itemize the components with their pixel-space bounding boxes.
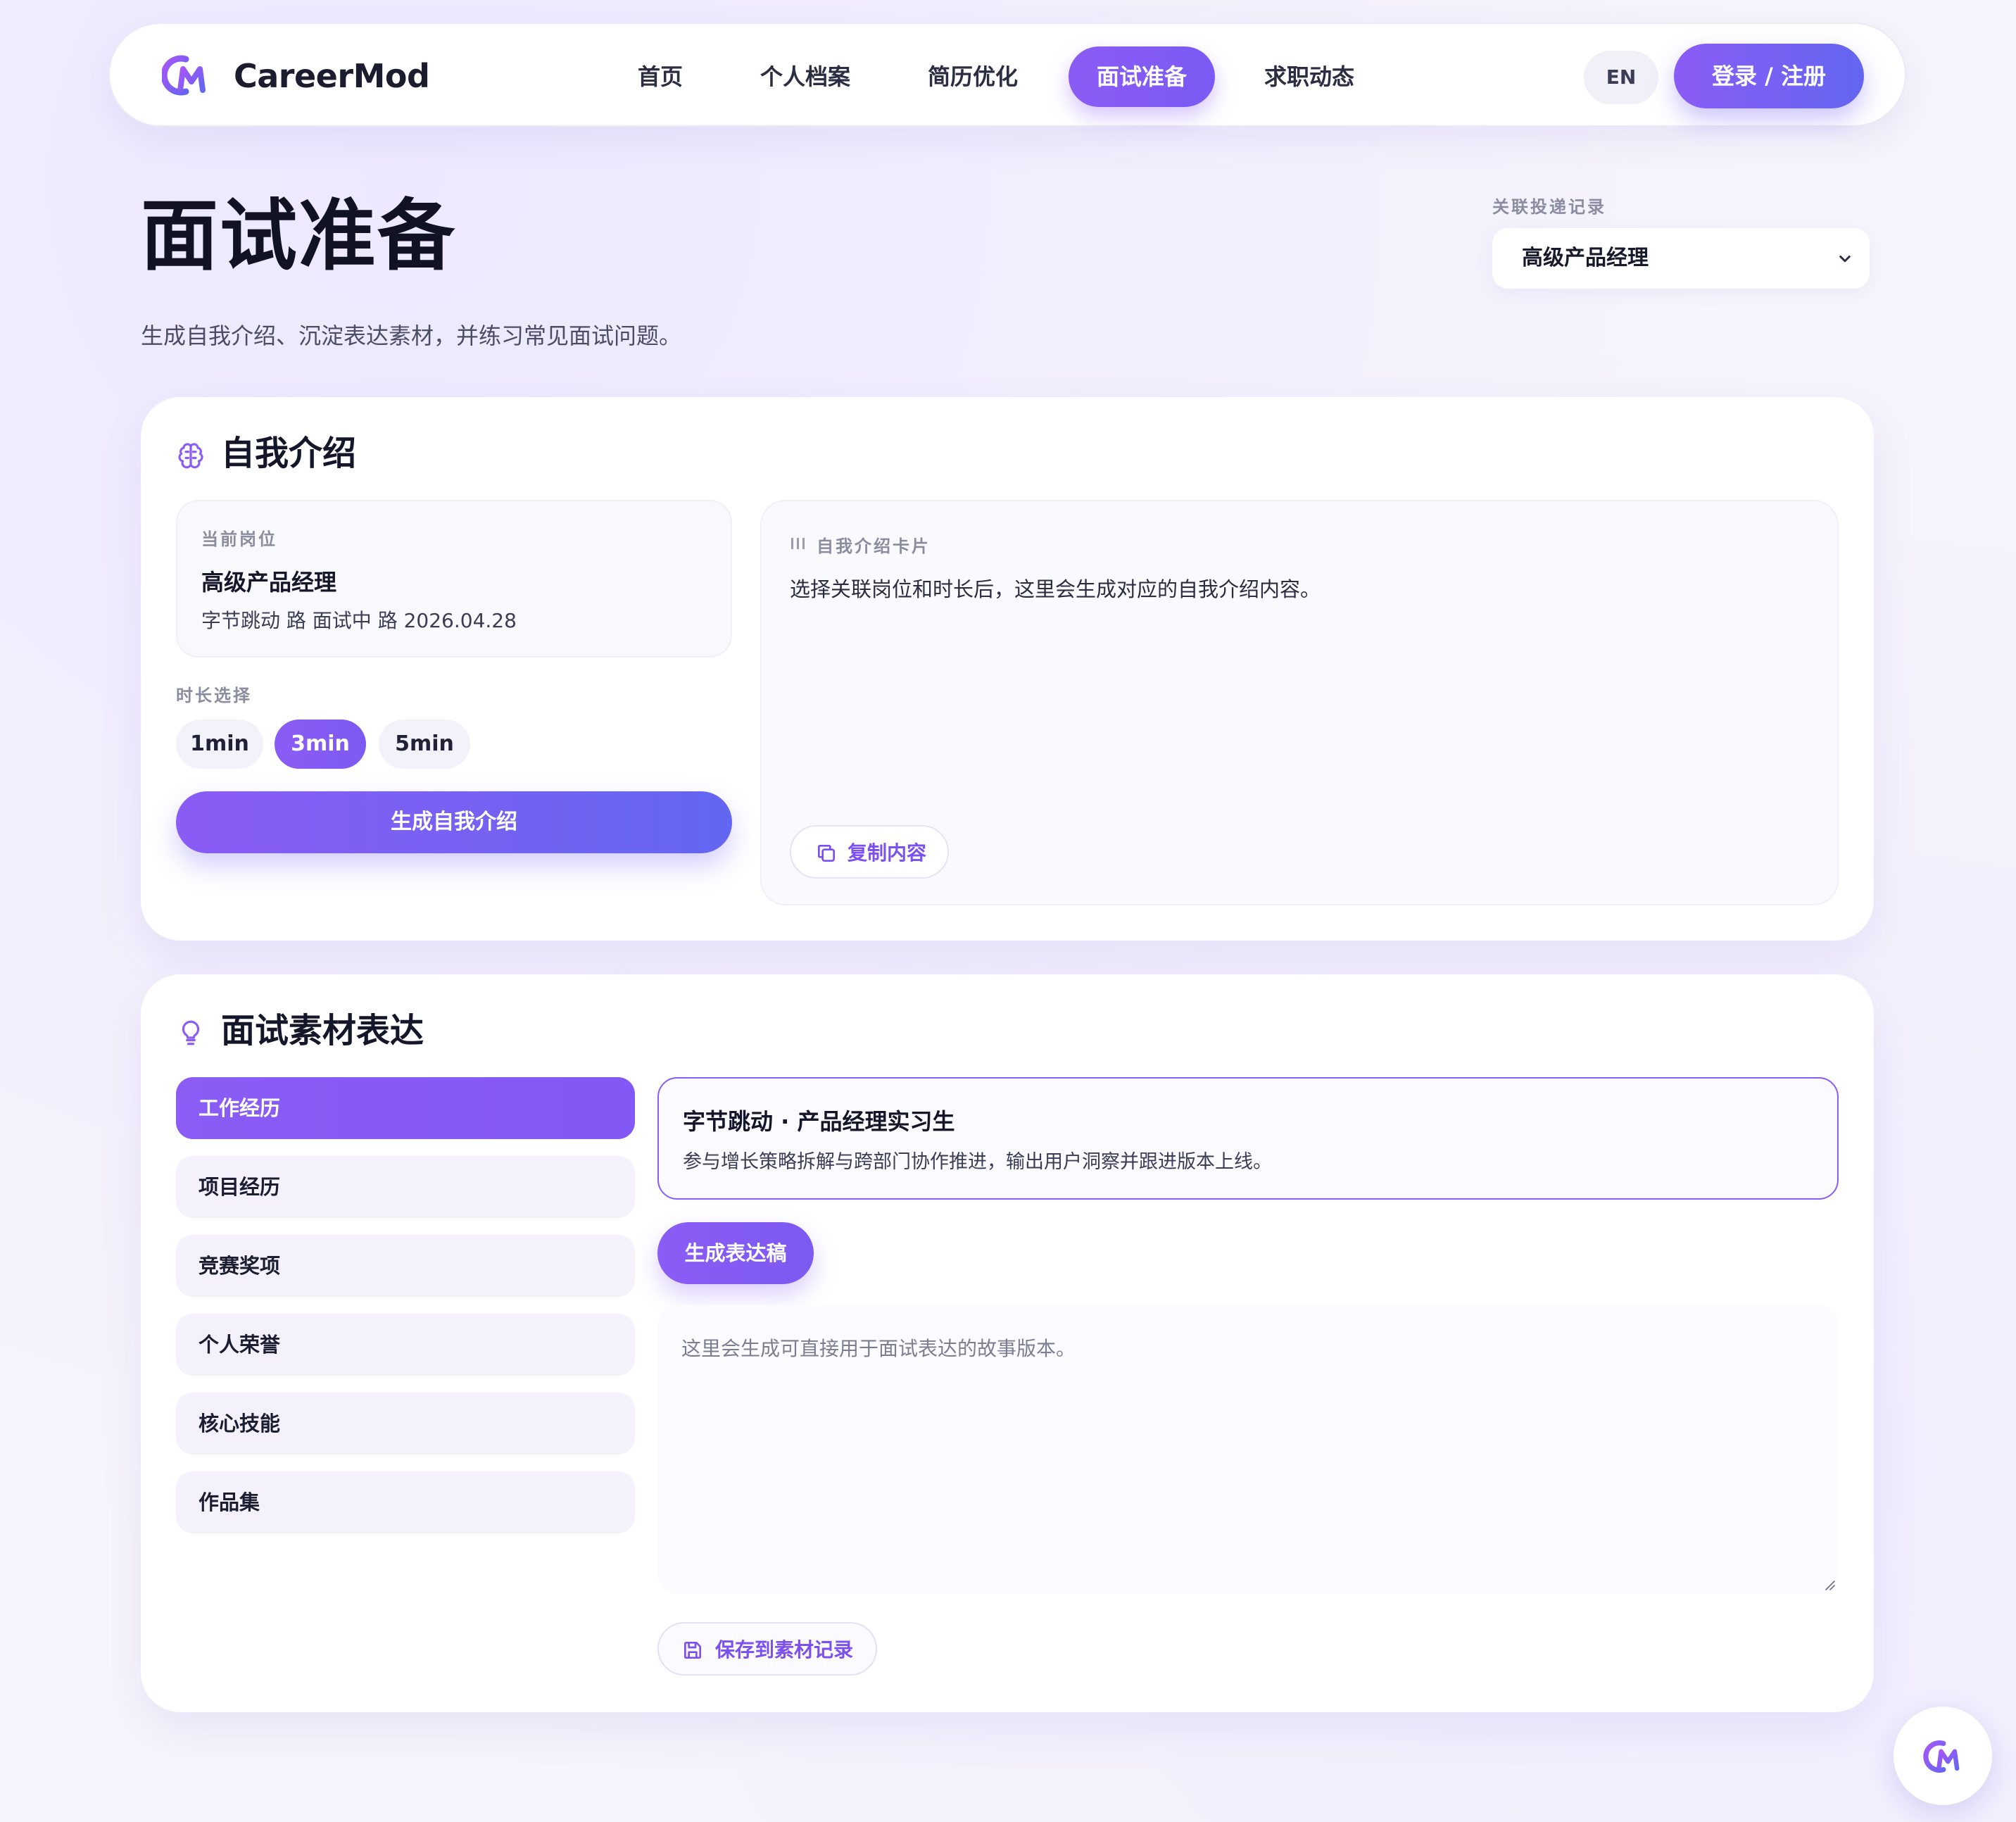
nav-job-updates[interactable]: 求职动态 [1246,46,1373,107]
copy-icon [818,845,835,862]
materials-title: 面试素材表达 [221,1011,424,1050]
generate-self-intro-button[interactable]: 生成自我介绍 [176,791,732,853]
brand-name[interactable]: CareerMod [234,55,430,97]
generate-script-button[interactable]: 生成表达稿 [657,1222,814,1284]
careermod-logo-icon[interactable] [162,54,208,97]
tab-portfolio[interactable]: 作品集 [176,1471,635,1533]
nav-profile[interactable]: 个人档案 [742,46,869,107]
copy-content-button[interactable]: 复制内容 [790,825,949,879]
tab-core-skills[interactable]: 核心技能 [176,1393,635,1455]
duration-3min[interactable]: 3min [275,720,366,769]
materials-card: 面试素材表达 工作经历 项目经历 竞赛奖项 个人荣誉 核心技能 作品集 字节跳动… [141,974,1874,1712]
floating-assistant-button[interactable] [1894,1707,1992,1805]
self-intro-title: 自我介绍 [221,434,357,473]
tab-competition-awards[interactable]: 竞赛奖项 [176,1235,635,1297]
save-to-materials-button[interactable]: 保存到素材记录 [657,1622,877,1676]
experience-title: 字节跳动 · 产品经理实习生 [683,1108,955,1135]
drag-bars-icon [791,538,805,549]
tab-personal-honors[interactable]: 个人荣誉 [176,1314,635,1376]
self-intro-card-label: 自我介绍卡片 [817,536,931,556]
current-position-title: 高级产品经理 [201,569,337,596]
tab-project-experience[interactable]: 项目经历 [176,1156,635,1218]
copy-content-label: 复制内容 [848,841,927,865]
duration-5min[interactable]: 5min [379,720,470,769]
brain-icon [178,443,203,469]
self-intro-output-card: 自我介绍卡片 选择关联岗位和时长后，这里会生成对应的自我介绍内容。 复制内容 [760,500,1839,905]
application-select[interactable]: 高级产品经理 [1492,228,1870,289]
lightbulb-icon [182,1020,200,1045]
nav-interview[interactable]: 面试准备 [1069,46,1215,107]
nav-resume[interactable]: 简历优化 [909,46,1036,107]
current-position-box: 当前岗位 高级产品经理 字节跳动 路 面试中 路 2026.04.28 [176,500,732,658]
self-intro-card: 自我介绍 当前岗位 高级产品经理 字节跳动 路 面试中 路 2026.04.28… [141,397,1874,941]
top-navbar: CareerMod 首页 个人档案 简历优化 面试准备 求职动态 EN 登录 /… [108,23,1906,127]
nav-home[interactable]: 首页 [604,46,717,107]
application-label: 关联投递记录 [1492,197,1606,217]
page-title: 面试准备 [141,191,456,281]
careermod-logo-icon [1923,1740,1960,1773]
experience-item[interactable]: 字节跳动 · 产品经理实习生 参与增长策略拆解与跨部门协作推进，输出用户洞察并跟… [657,1077,1839,1200]
story-placeholder: 这里会生成可直接用于面试表达的故事版本。 [681,1337,1076,1360]
login-register-button[interactable]: 登录 / 注册 [1674,44,1864,108]
experience-description: 参与增长策略拆解与跨部门协作推进，输出用户洞察并跟进版本上线。 [683,1151,1272,1173]
save-icon [684,1642,701,1659]
save-to-materials-label: 保存到素材记录 [715,1638,854,1661]
current-position-meta: 字节跳动 路 面试中 路 2026.04.28 [201,609,517,632]
language-toggle[interactable]: EN [1584,51,1658,104]
duration-label: 时长选择 [176,686,252,705]
duration-1min[interactable]: 1min [176,720,263,769]
resize-handle-icon[interactable] [1822,1577,1836,1591]
story-textarea[interactable]: 这里会生成可直接用于面试表达的故事版本。 [657,1305,1839,1594]
current-position-label: 当前岗位 [201,529,277,549]
application-selected-value: 高级产品经理 [1522,246,1649,270]
tab-work-experience[interactable]: 工作经历 [176,1077,635,1139]
chevron-down-icon [1839,256,1851,263]
self-intro-output-text: 选择关联岗位和时长后，这里会生成对应的自我介绍内容。 [790,577,1321,601]
page-subtitle: 生成自我介绍、沉淀表达素材，并练习常见面试问题。 [141,322,682,349]
